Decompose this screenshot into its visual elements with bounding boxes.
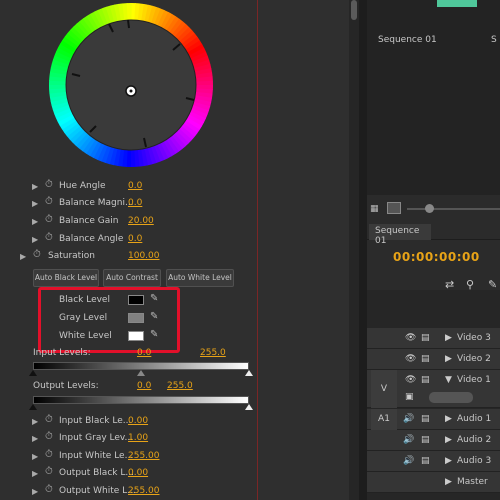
track-video-2[interactable]: 👁 ▤ ▶ Video 2: [367, 349, 500, 370]
param-input-white-level[interactable]: ▶ ⏱ Input White Le... 255.00: [0, 448, 258, 465]
scrollbar-thumb[interactable]: [351, 0, 357, 20]
track-master[interactable]: ▶ Master: [367, 472, 500, 493]
input-levels-gradient: [33, 362, 249, 370]
output-white-slider[interactable]: [245, 404, 253, 410]
track-audio-1[interactable]: A1 🔊 ▤ ▶ Audio 1: [367, 409, 500, 430]
zoom-slider-handle[interactable]: [425, 204, 434, 213]
stopwatch-icon[interactable]: ⏱: [45, 196, 53, 207]
input-levels-low[interactable]: 0.0: [137, 348, 151, 358]
expand-triangle-icon[interactable]: ▶: [445, 414, 452, 424]
expand-triangle-icon[interactable]: ▶: [445, 435, 452, 445]
eye-icon[interactable]: 👁: [405, 333, 416, 343]
program-monitor: [367, 0, 500, 195]
stopwatch-icon[interactable]: ⏱: [45, 232, 53, 243]
eye-icon[interactable]: 👁: [405, 354, 416, 364]
expand-triangle-icon[interactable]: ▶: [32, 487, 38, 496]
zoom-slider-track[interactable]: [407, 208, 500, 210]
auto-contrast-button[interactable]: Auto Contrast: [103, 269, 161, 287]
param-balance-angle[interactable]: ▶ ⏱ Balance Angle 0.0: [0, 231, 258, 248]
expand-triangle-icon[interactable]: ▶: [20, 252, 26, 261]
param-hue-angle[interactable]: ▶ ⏱ Hue Angle 0.0: [0, 178, 258, 195]
waveform-icon[interactable]: ▤: [421, 435, 430, 445]
panel-divider[interactable]: [359, 0, 367, 500]
expand-triangle-icon[interactable]: ▶: [32, 235, 38, 244]
stopwatch-icon[interactable]: ⏱: [45, 414, 53, 425]
expand-triangle-icon[interactable]: ▶: [32, 434, 38, 443]
expand-triangle-icon[interactable]: ▶: [445, 333, 452, 343]
param-input-gray-level[interactable]: ▶ ⏱ Input Gray Lev... 1.00: [0, 430, 258, 447]
stopwatch-icon[interactable]: ⏱: [45, 449, 53, 460]
stopwatch-icon[interactable]: ⏱: [33, 249, 41, 260]
output-levels-high[interactable]: 255.0: [167, 381, 193, 391]
film-icon[interactable]: ▤: [421, 354, 430, 364]
monitor-controls: ▦: [367, 200, 500, 218]
expand-triangle-icon[interactable]: ▶: [445, 477, 452, 487]
keyframe-nav[interactable]: [429, 392, 473, 403]
param-balance-magnitude[interactable]: ▶ ⏱ Balance Magni... 0.0: [0, 195, 258, 212]
expand-triangle-icon[interactable]: ▶: [32, 452, 38, 461]
expand-triangle-icon[interactable]: ▶: [445, 456, 452, 466]
safe-margins-icon[interactable]: [387, 202, 401, 214]
stopwatch-icon[interactable]: ⏱: [45, 431, 53, 442]
track-video-3[interactable]: 👁 ▤ ▶ Video 3: [367, 328, 500, 349]
speaker-icon[interactable]: 🔊: [403, 456, 414, 466]
auto-white-level-button[interactable]: Auto White Level: [166, 269, 234, 287]
expand-triangle-icon[interactable]: ▶: [32, 199, 38, 208]
waveform-icon[interactable]: ▤: [421, 414, 430, 424]
monitor-frame: [437, 0, 477, 7]
expand-triangle-icon[interactable]: ▶: [445, 354, 452, 364]
param-input-black-level[interactable]: ▶ ⏱ Input Black Le... 0.00: [0, 413, 258, 430]
monitor-title-2: S: [491, 35, 497, 45]
expand-triangle-icon[interactable]: ▼: [445, 375, 452, 385]
param-output-white-level[interactable]: ▶ ⏱ Output White L... 255.00: [0, 483, 258, 500]
expand-triangle-icon[interactable]: ▶: [32, 469, 38, 478]
input-levels-label: Input Levels:: [33, 348, 91, 358]
eye-icon[interactable]: 👁: [405, 375, 416, 385]
input-white-slider[interactable]: [245, 370, 253, 376]
param-output-black-level[interactable]: ▶ ⏱ Output Black L... 0.00: [0, 465, 258, 482]
track-list: 👁 ▤ ▶ Video 3 👁 ▤ ▶ Video 2 V 👁 ▤ ▼ Vide…: [367, 290, 500, 500]
highlight-box: [38, 287, 180, 353]
monitor-title: Sequence 01: [378, 35, 437, 45]
track-audio-2[interactable]: 🔊 ▤ ▶ Audio 2: [367, 430, 500, 451]
film-icon[interactable]: ▤: [421, 375, 430, 385]
scrollbar[interactable]: [349, 0, 359, 500]
param-balance-gain[interactable]: ▶ ⏱ Balance Gain 20.00: [0, 213, 258, 230]
film-icon[interactable]: ▤: [421, 333, 430, 343]
stopwatch-icon[interactable]: ⏱: [45, 179, 53, 190]
input-gray-slider[interactable]: [137, 370, 145, 376]
output-levels-label: Output Levels:: [33, 381, 99, 391]
timeline-marker-line: [257, 0, 258, 500]
keyframe-icon[interactable]: ▣: [405, 392, 414, 402]
color-wheel[interactable]: [48, 2, 214, 168]
stopwatch-icon[interactable]: ⏱: [45, 214, 53, 225]
output-levels-gradient: [33, 396, 249, 404]
input-levels-high[interactable]: 255.0: [200, 348, 226, 358]
param-saturation[interactable]: ▶ ⏱ Saturation 100.00: [0, 248, 258, 265]
grid-icon[interactable]: ▦: [370, 204, 379, 214]
auto-black-level-button[interactable]: Auto Black Level: [33, 269, 99, 287]
timecode-display[interactable]: 00:00:00:00: [393, 250, 480, 264]
stopwatch-icon[interactable]: ⏱: [45, 466, 53, 477]
input-black-slider[interactable]: [29, 370, 37, 376]
expand-triangle-icon[interactable]: ▶: [32, 182, 38, 191]
output-black-slider[interactable]: [29, 404, 37, 410]
waveform-icon[interactable]: ▤: [421, 456, 430, 466]
track-video-1[interactable]: V 👁 ▤ ▼ Video 1 ▣: [367, 370, 500, 408]
speaker-icon[interactable]: 🔊: [403, 414, 414, 424]
expand-triangle-icon[interactable]: ▶: [32, 217, 38, 226]
expand-triangle-icon[interactable]: ▶: [32, 417, 38, 426]
output-levels-low[interactable]: 0.0: [137, 381, 151, 391]
track-audio-3[interactable]: 🔊 ▤ ▶ Audio 3: [367, 451, 500, 472]
speaker-icon[interactable]: 🔊: [403, 435, 414, 445]
stopwatch-icon[interactable]: ⏱: [45, 484, 53, 495]
tab-sequence-01[interactable]: Sequence 01: [369, 224, 431, 246]
